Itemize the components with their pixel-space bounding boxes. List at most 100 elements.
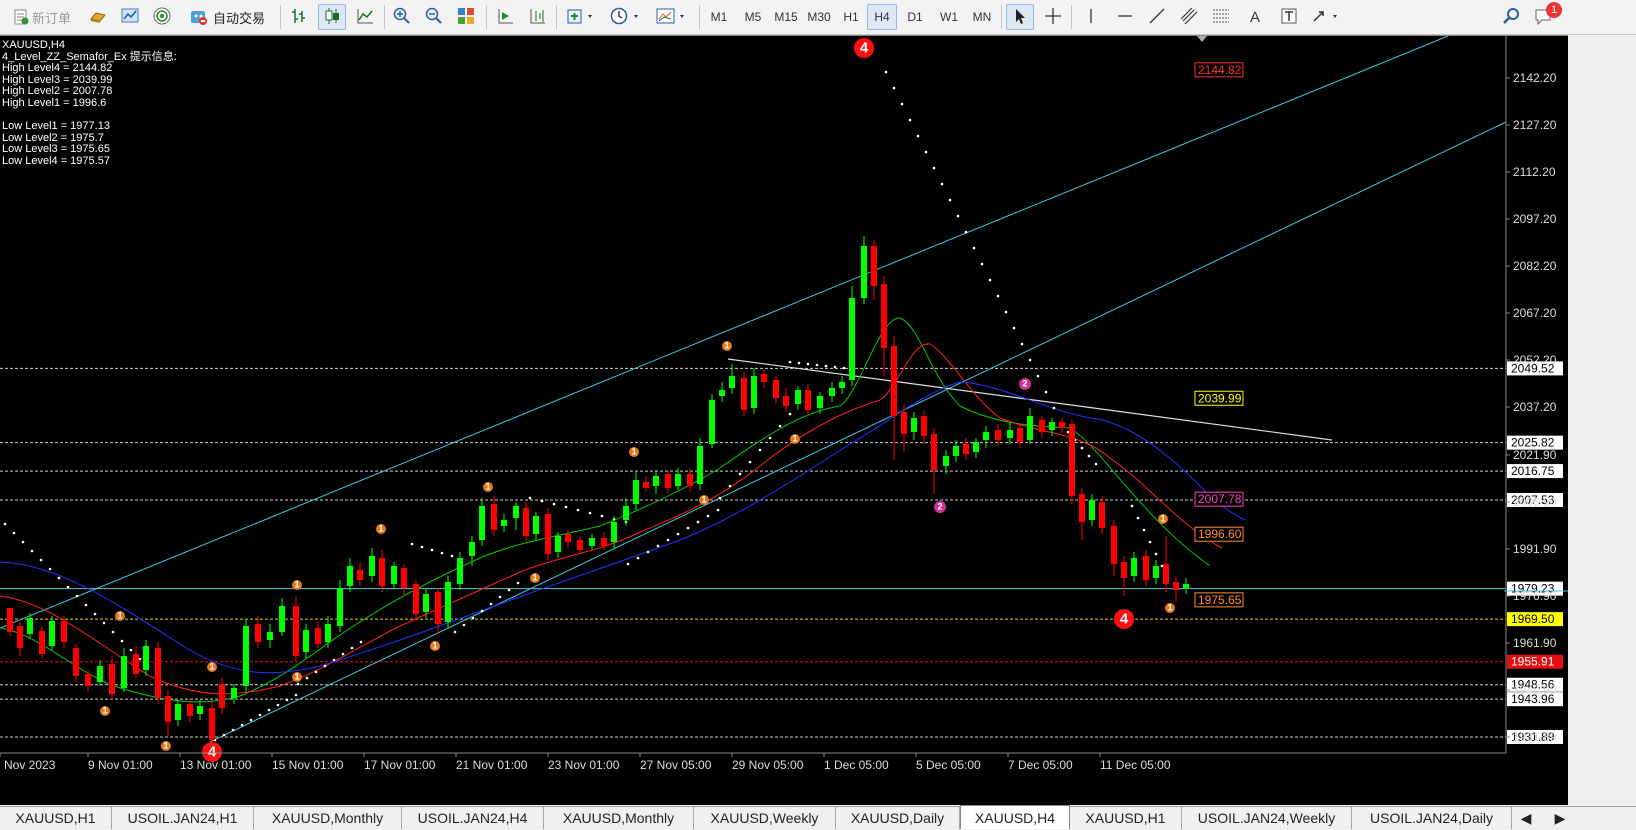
signals-button[interactable] [150,4,174,30]
fibonacci-tool-button[interactable] [1208,4,1234,30]
tab-xauusd-monthly[interactable]: XAUUSD,Monthly [254,807,402,829]
tile-windows-button[interactable] [453,4,479,30]
semafor-marker-label: 1 [294,579,299,589]
text-tool-button[interactable]: A [1242,4,1268,30]
tab-scroll-left[interactable]: ◀ [1512,807,1540,829]
tab-usoil-h1[interactable]: USOIL.JAN24,H1 [112,807,254,829]
periods-dropdown[interactable] [606,4,646,30]
time-tick-label: 7 Nov 2023 [0,758,56,772]
price-tick-label: 1991.90 [1513,542,1557,556]
semafor-marker-label: 1 [1160,513,1165,523]
tab-xauusd-h4[interactable]: XAUUSD,H4 [960,805,1070,829]
line-chart-button[interactable] [352,4,378,30]
sar-dot [1028,358,1032,362]
bar-chart-button[interactable] [286,4,312,30]
cursor-tool-button[interactable] [1006,4,1034,30]
arrows-dropdown[interactable] [1308,4,1346,30]
timeframe-m5-button[interactable]: M5 [737,4,769,30]
gold-bars-button[interactable] [86,4,110,30]
auto-trading-button[interactable]: 自动交易 [182,4,272,30]
timeframe-m15-button[interactable]: M15 [770,4,802,30]
tab-usoil-weekly[interactable]: USOIL.JAN24,Weekly [1182,807,1352,829]
horizontal-line-tool-button[interactable] [1112,4,1138,30]
timeframe-mn-button[interactable]: MN [966,4,998,30]
bear-candle [435,592,441,624]
sar-dot [1066,430,1070,434]
sar-dot [1036,374,1040,378]
notifications-button[interactable]: 1 [1530,2,1562,30]
sar-dot [980,262,984,266]
symbol-title: XAUUSD,H4 [2,39,65,51]
sar-dot [716,508,720,512]
sar-dot [323,664,327,668]
bear-candle [379,558,385,586]
channel-tool-button[interactable] [1176,4,1202,30]
tab-scroll-right[interactable]: ▶ [1546,807,1574,829]
sar-dot [249,718,253,722]
bear-candle [1143,556,1149,580]
vertical-line-icon [1082,7,1100,28]
arrow-icon [1311,7,1343,28]
price-chart[interactable]: 2049.522025.822016.752007.531979.231969.… [0,36,1568,805]
sar-dot [1012,326,1016,330]
sar-dot [516,581,520,585]
crosshair-tool-button[interactable] [1040,4,1066,30]
sar-dot [120,639,124,643]
zoom-out-icon [425,7,443,28]
new-order-button[interactable]: 新订单 [4,4,80,30]
tab-xauusd-monthly-2[interactable]: XAUUSD,Monthly [544,807,694,829]
bull-candle [911,418,917,432]
templates-dropdown[interactable] [652,4,692,30]
bull-candle [533,516,539,534]
bear-candle [881,284,887,348]
semafor-marker-label: 1 [532,572,537,582]
bull-candle [303,630,309,652]
semafor-marker-label: 1 [163,740,168,750]
tab-usoil-daily[interactable]: USOIL.JAN24,Daily [1352,807,1512,829]
tab-xauusd-daily[interactable]: XAUUSD,Daily [836,807,960,829]
sar-dot [824,364,828,368]
tab-xauusd-h1-2[interactable]: XAUUSD,H1 [1070,807,1182,829]
bar-chart-icon [290,7,308,28]
timeframe-h4-button[interactable]: H4 [867,4,897,30]
sar-dot [240,723,244,727]
bear-candle [413,584,419,614]
bear-candle [687,474,693,486]
bull-candle [347,566,353,586]
bear-candle [39,631,45,654]
sar-dot [1094,462,1098,466]
timeframe-m30-button[interactable]: M30 [803,4,835,30]
zoom-out-button[interactable] [421,4,447,30]
chart-shift-icon [528,7,546,28]
timeframe-m1-button[interactable]: M1 [704,4,734,30]
trendline-tool-button[interactable] [1144,4,1170,30]
chart-window[interactable]: 2049.52 2025.82 2016.75 2007.53 1979.23 1969.… [0,35,1568,805]
timeframe-d1-button[interactable]: D1 [900,4,930,30]
candlestick-button[interactable] [318,4,346,30]
auto-scroll-button[interactable] [492,4,518,30]
sar-dot [462,623,466,627]
sar-dot [706,514,710,518]
text-label-tool-button[interactable] [1276,4,1302,30]
search-button[interactable] [1498,4,1524,30]
vertical-line-tool-button[interactable] [1078,4,1104,30]
tab-xauusd-weekly[interactable]: XAUUSD,Weekly [694,807,836,829]
timeframe-h1-button[interactable]: H1 [836,4,866,30]
timeframe-w1-button[interactable]: W1 [933,4,965,30]
time-tick-label: 5 Dec 05:00 [916,758,981,772]
tab-usoil-h4[interactable]: USOIL.JAN24,H4 [402,807,544,829]
indicators-dropdown[interactable] [562,4,600,30]
chart-shift-button[interactable] [524,4,550,30]
sar-dot [940,182,944,186]
time-tick-label: 23 Nov 01:00 [548,758,620,772]
tab-xauusd-h1[interactable]: XAUUSD,H1 [0,807,112,829]
price-tick-label: 1931.89 [1513,730,1557,744]
time-tick-label: 29 Nov 05:00 [732,758,804,772]
sar-dot [788,360,792,364]
bear-candle [1111,526,1117,564]
zoom-in-button[interactable] [389,4,415,30]
market-watch-button[interactable] [118,4,142,30]
bull-candle [653,476,659,486]
sar-dot [129,648,133,652]
toolbar-separator [699,5,700,29]
